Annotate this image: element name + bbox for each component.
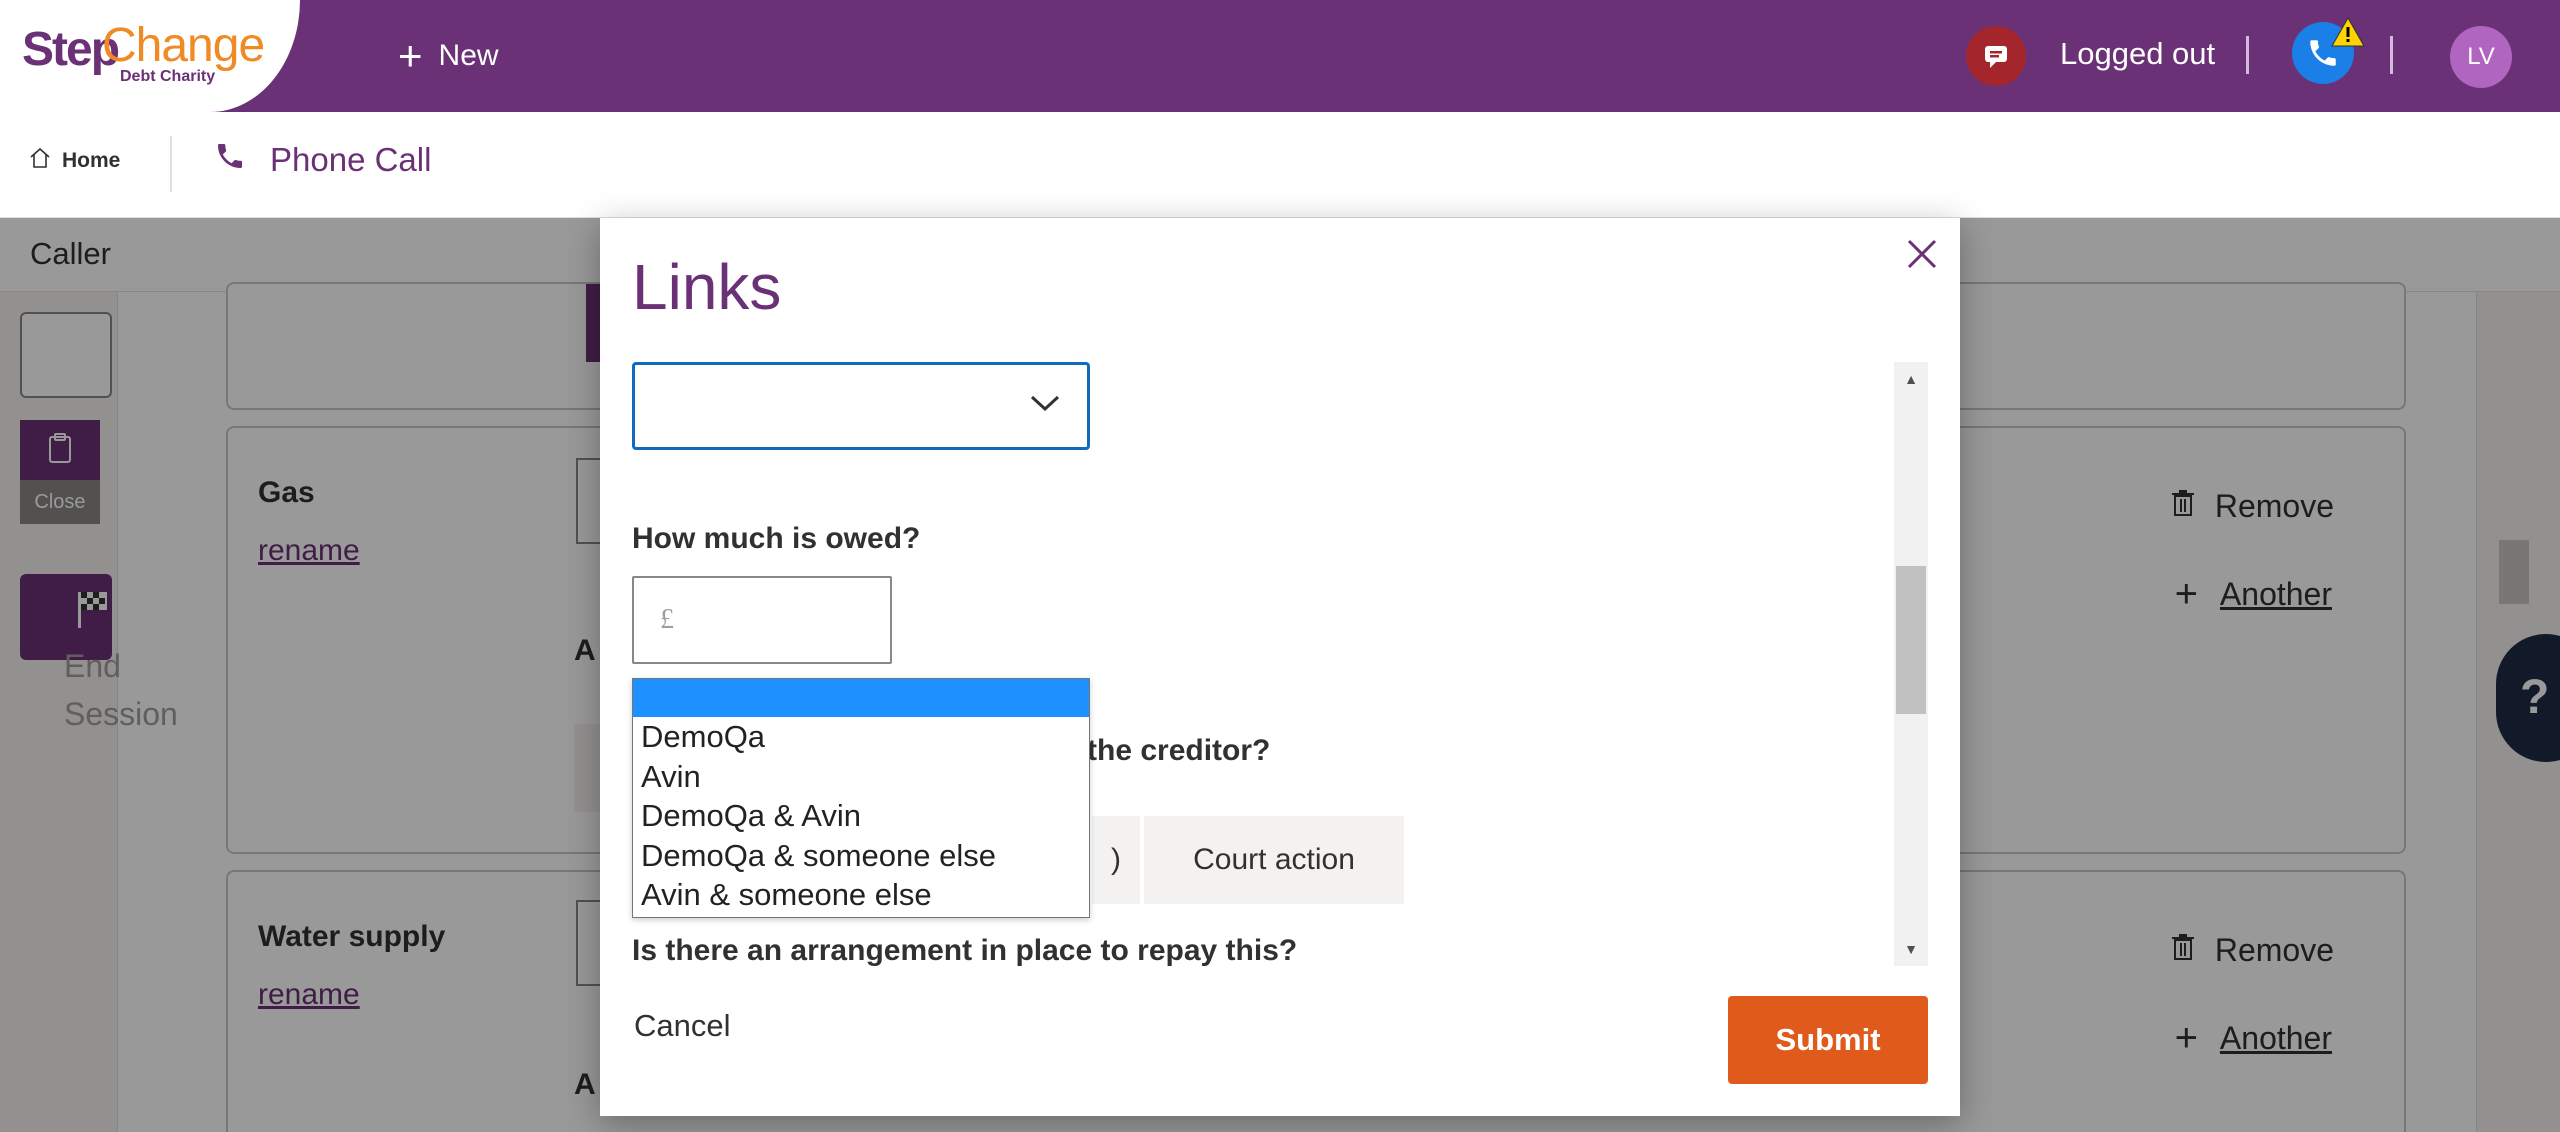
creditor-question-label: y the creditor?: [1062, 734, 1271, 767]
how-much-owed-label: How much is owed?: [632, 522, 921, 555]
status-text: Logged out: [2060, 36, 2216, 71]
avatar[interactable]: LV: [2450, 26, 2512, 88]
logo[interactable]: Step Change Debt Charity: [0, 0, 300, 112]
new-button-label: New: [438, 39, 499, 72]
option-pill-partial[interactable]: ): [1092, 816, 1140, 904]
scroll-up-icon[interactable]: ▲: [1894, 362, 1928, 396]
dropdown-option[interactable]: DemoQa & someone else: [633, 836, 1089, 876]
dropdown-option[interactable]: DemoQa & Avin: [633, 796, 1089, 836]
option-pill-partial-label: ): [1111, 843, 1121, 876]
cancel-button[interactable]: Cancel: [634, 1008, 731, 1044]
header-separator: [2246, 36, 2249, 74]
links-select[interactable]: [632, 362, 1090, 450]
top-bar: Step Change Debt Charity + New Logged ou…: [0, 0, 2560, 112]
dropdown-option[interactable]: [633, 679, 1089, 717]
home-label: Home: [62, 149, 121, 172]
amount-owed-input[interactable]: £: [632, 576, 892, 664]
dropdown-option[interactable]: Avin: [633, 757, 1089, 797]
links-dropdown-list: DemoQa Avin DemoQa & Avin DemoQa & someo…: [632, 678, 1090, 918]
dialog-scroll-thumb[interactable]: [1896, 566, 1926, 714]
links-dialog: Links How much is owed? £ y the creditor…: [600, 218, 1960, 1116]
close-icon[interactable]: [1900, 232, 1944, 276]
dropdown-option[interactable]: Avin & someone else: [633, 875, 1089, 915]
dropdown-option[interactable]: DemoQa: [633, 717, 1089, 757]
home-link[interactable]: Home: [28, 146, 120, 176]
plus-icon: +: [398, 32, 423, 79]
tab-phone-call[interactable]: Phone Call: [214, 140, 431, 180]
chevron-down-icon: [1029, 393, 1061, 418]
phone-call-icon: [214, 140, 246, 180]
logo-change-text: Change: [102, 19, 265, 72]
header-separator: [2390, 36, 2393, 74]
sub-navigation: Home Phone Call: [0, 112, 2560, 218]
chat-icon[interactable]: [1966, 26, 2026, 86]
dialog-scrollbar[interactable]: ▲ ▼: [1894, 362, 1928, 966]
amount-owed-placeholder: £: [660, 604, 674, 635]
dialog-title: Links: [632, 251, 782, 323]
warning-icon: [2330, 16, 2366, 53]
option-court-action[interactable]: Court action: [1144, 816, 1404, 904]
subnav-separator: [170, 136, 172, 192]
phone-call-label: Phone Call: [270, 141, 432, 178]
submit-button[interactable]: Submit: [1728, 996, 1928, 1084]
option-court-action-label: Court action: [1193, 843, 1355, 876]
home-icon: [28, 146, 52, 176]
scroll-down-icon[interactable]: ▼: [1894, 932, 1928, 966]
new-button[interactable]: + New: [398, 30, 499, 82]
arrangement-question-label: Is there an arrangement in place to repa…: [632, 934, 1298, 966]
logo-subtitle: Debt Charity: [120, 68, 216, 85]
